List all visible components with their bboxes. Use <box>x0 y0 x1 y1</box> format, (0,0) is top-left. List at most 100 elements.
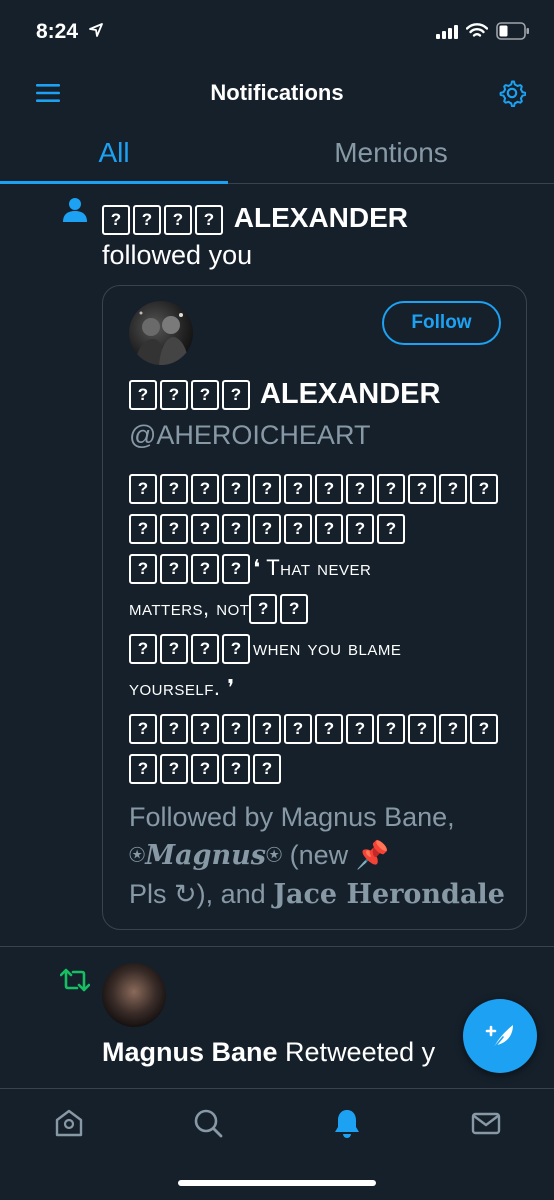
retweet-icon <box>60 968 90 992</box>
home-icon[interactable] <box>53 1107 85 1139</box>
avatar[interactable] <box>102 963 166 1027</box>
quote-mark: ❛ <box>253 555 261 580</box>
bio-text: That never <box>266 555 372 580</box>
battery-icon <box>496 22 529 40</box>
unsupported-glyph: ? <box>164 204 192 235</box>
unsupported-glyph: ? <box>222 514 250 545</box>
avatar[interactable] <box>129 301 193 365</box>
unsupported-glyph: ? <box>222 634 250 665</box>
bio-text: when you blame <box>253 635 402 660</box>
bio-line: matters, not?? <box>129 588 509 628</box>
unsupported-glyph: ? <box>129 474 157 505</box>
unsupported-glyph: ? <box>191 634 219 665</box>
unsupported-glyph: ? <box>377 714 405 745</box>
followed-by-text: Followed by Magnus Bane, ⍟Magnus⍟ (new 📌… <box>129 798 509 914</box>
refresh-icon: ↻ <box>174 879 197 909</box>
followed-by-last: Jace Herondale <box>273 879 505 910</box>
bio-text: matters, not <box>129 595 250 620</box>
unsupported-glyph: ? <box>253 714 281 745</box>
quote-mark: ❜ <box>227 675 235 700</box>
notifications-bell-icon[interactable] <box>331 1107 363 1139</box>
unsupported-glyph: ? <box>191 514 219 545</box>
unsupported-glyph: ? <box>191 754 219 785</box>
followed-by-script-name: Magnus <box>145 840 266 871</box>
bio-line: yourself. ❜ <box>129 668 509 708</box>
follow-notification-text: ???? ALEXANDER <box>102 198 408 238</box>
unsupported-glyph: ? <box>191 474 219 505</box>
unsupported-glyph: ? <box>129 514 157 545</box>
unsupported-glyph: ? <box>315 474 343 505</box>
bio-line: ???????????? <box>129 708 509 748</box>
follower-name[interactable]: ALEXANDER <box>234 202 408 233</box>
unsupported-glyph: ? <box>222 474 250 505</box>
unsupported-glyph: ? <box>346 714 374 745</box>
retweeter-name[interactable]: Magnus Bane <box>102 1037 278 1067</box>
messages-envelope-icon[interactable] <box>470 1107 502 1139</box>
unsupported-glyph: ? <box>191 380 219 411</box>
star-icon: ⍟ <box>265 840 283 870</box>
card-name-text: ALEXANDER <box>259 378 441 410</box>
unsupported-glyph: ? <box>470 474 498 505</box>
unsupported-glyph: ? <box>191 554 219 585</box>
unsupported-glyph: ? <box>408 474 436 505</box>
unsupported-glyph: ? <box>253 754 281 785</box>
unsupported-glyph: ? <box>315 514 343 545</box>
unsupported-glyph: ? <box>222 754 250 785</box>
unsupported-glyph: ? <box>284 514 312 545</box>
bio-line: ????? <box>129 748 509 788</box>
unsupported-glyph: ? <box>129 554 157 585</box>
status-icons <box>436 22 530 40</box>
pushpin-icon: 📌 <box>355 840 390 870</box>
unsupported-glyph: ? <box>280 594 309 625</box>
unsupported-glyph: ? <box>129 714 157 745</box>
bio-line: ???? when you blame <box>129 628 509 668</box>
cell-signal-icon <box>436 23 458 39</box>
card-bio: ???????????? ????????? ???? ❛ That never … <box>129 468 509 788</box>
followed-by-pls: Pls <box>129 879 167 909</box>
unsupported-glyph: ? <box>222 554 250 585</box>
page-title: Notifications <box>210 80 344 105</box>
search-icon[interactable] <box>192 1107 224 1139</box>
unsupported-glyph: ? <box>377 514 405 545</box>
home-indicator[interactable] <box>178 1180 376 1186</box>
unsupported-glyph: ? <box>160 474 188 505</box>
unsupported-glyph: ? <box>470 714 498 745</box>
unsupported-glyph: ? <box>377 474 405 505</box>
wifi-icon <box>466 23 488 37</box>
unsupported-glyph: ? <box>439 474 467 505</box>
unsupported-glyph: ? <box>133 204 161 235</box>
followed-by-and: ), and <box>196 879 266 909</box>
unsupported-glyph: ? <box>346 474 374 505</box>
unsupported-glyph: ? <box>160 634 188 665</box>
unsupported-glyph: ? <box>129 634 157 665</box>
card-handle: @AHEROICHEART <box>129 420 371 450</box>
tab-all[interactable]: All <box>0 126 228 184</box>
status-bar: 8:24 <box>0 0 554 62</box>
unsupported-glyph: ? <box>129 754 157 785</box>
bio-line: ???????????? <box>129 468 509 508</box>
card-display-name[interactable]: ???? ALEXANDER <box>129 378 440 411</box>
unsupported-glyph: ? <box>315 714 343 745</box>
gear-icon[interactable] <box>498 79 526 107</box>
followed-by-prefix: Followed by Magnus Bane, <box>129 802 455 832</box>
follow-button[interactable]: Follow <box>382 301 501 345</box>
unsupported-glyph: ? <box>160 514 188 545</box>
follow-action-text: followed you <box>102 240 253 270</box>
bio-line: ????????? <box>129 508 509 548</box>
unsupported-glyph: ? <box>160 714 188 745</box>
retweet-action: Retweeted y <box>285 1037 436 1067</box>
unsupported-glyph: ? <box>439 714 467 745</box>
unsupported-glyph: ? <box>346 514 374 545</box>
followed-by-mid: (new <box>289 840 349 870</box>
unsupported-glyph: ? <box>191 714 219 745</box>
compose-tweet-button[interactable] <box>463 999 537 1073</box>
unsupported-glyph: ? <box>284 474 312 505</box>
top-header: Notifications <box>0 62 554 126</box>
divider <box>0 946 554 947</box>
retweet-notification-text[interactable]: Magnus Bane Retweeted y <box>102 1037 435 1068</box>
star-icon: ⍟ <box>129 840 146 870</box>
tab-mentions[interactable]: Mentions <box>277 126 505 184</box>
bio-line: ???? ❛ That never <box>129 548 509 588</box>
profile-card[interactable]: Follow ???? ALEXANDER @AHEROICHEART ????… <box>102 285 527 930</box>
unsupported-glyph: ? <box>253 514 281 545</box>
